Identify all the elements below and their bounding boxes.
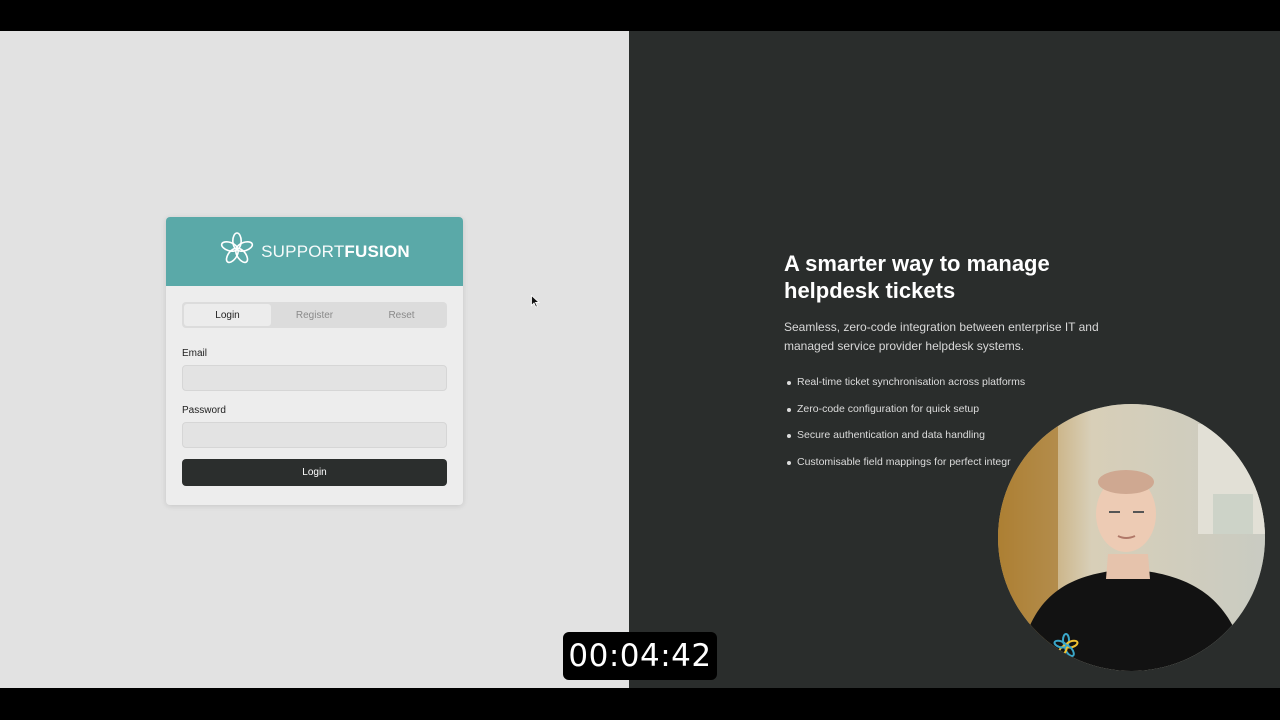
brand-name-bold: FUSION: [344, 241, 410, 261]
bullet-icon: [787, 407, 791, 412]
login-pane: SUPPORTFUSION Login Register Reset Email…: [0, 31, 629, 688]
feature-item: Real-time ticket synchronisation across …: [784, 376, 1025, 403]
password-label: Password: [182, 405, 226, 416]
promo-subtitle: Seamless, zero-code integration between …: [784, 320, 1099, 353]
feature-text: Zero-code configuration for quick setup: [797, 402, 980, 415]
feature-text: Secure authentication and data handling: [797, 429, 985, 442]
email-label: Email: [182, 348, 208, 359]
password-field[interactable]: [182, 422, 447, 448]
presenter-video-image: [998, 404, 1265, 671]
tab-login[interactable]: Login: [184, 304, 271, 326]
promo-headline: A smarter way to manage helpdesk tickets: [784, 251, 1050, 303]
webcam-overlay: [998, 404, 1265, 671]
feature-item: Customisable field mappings for perfect …: [784, 456, 1025, 483]
feature-text: Real-time ticket synchronisation across …: [797, 376, 1026, 388]
brand-header: SUPPORTFUSION: [166, 217, 463, 286]
bullet-icon: [787, 461, 791, 466]
recording-timer: 00:04:42: [563, 632, 717, 680]
tab-reset[interactable]: Reset: [358, 304, 445, 326]
tab-register[interactable]: Register: [271, 304, 358, 326]
bullet-icon: [787, 434, 791, 439]
auth-tabs: Login Register Reset: [182, 302, 447, 328]
login-button[interactable]: Login: [182, 459, 447, 486]
brand-wordmark: SUPPORTFUSION: [261, 242, 410, 262]
feature-list: Real-time ticket synchronisation across …: [784, 376, 1025, 483]
flower-logo-icon: [219, 231, 255, 272]
feature-text: Customisable field mappings for perfect …: [797, 456, 1011, 469]
auth-card: SUPPORTFUSION Login Register Reset Email…: [166, 217, 463, 505]
email-field[interactable]: [182, 365, 447, 391]
bullet-icon: [787, 381, 791, 385]
feature-item: Zero-code configuration for quick setup: [784, 403, 1025, 430]
brand-name-light: SUPPORT: [261, 241, 345, 261]
mouse-pointer-icon: [531, 294, 541, 313]
auth-form: Login Register Reset Email Password Logi…: [166, 286, 463, 486]
feature-item: Secure authentication and data handling: [784, 429, 1025, 456]
